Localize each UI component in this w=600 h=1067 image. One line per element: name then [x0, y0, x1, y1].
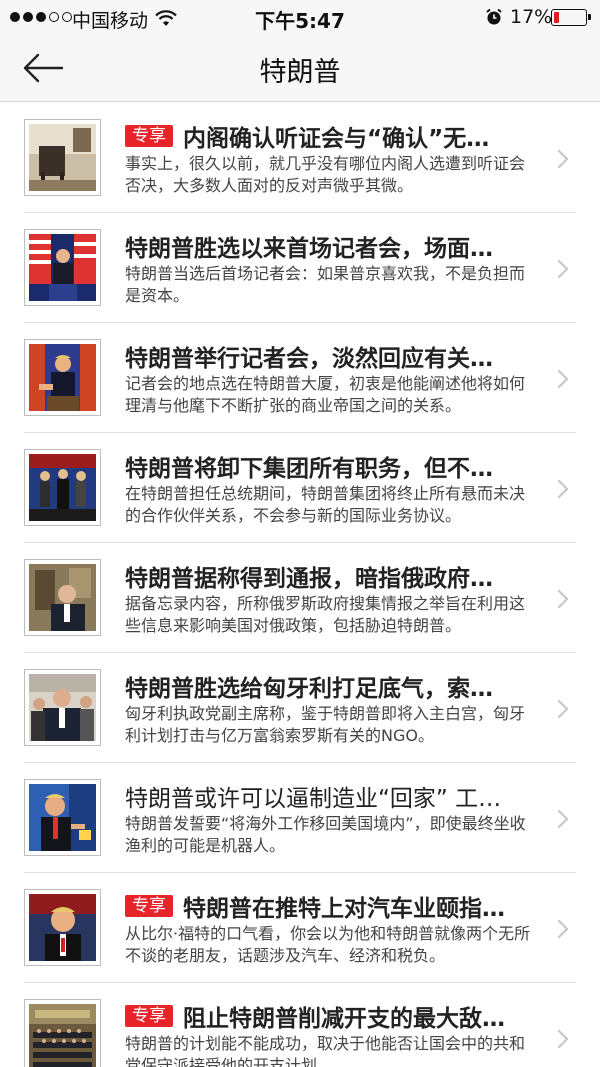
exclusive-badge: 专享 — [125, 895, 173, 917]
article-list-item[interactable]: 特朗普胜选以来首场记者会，场面… 特朗普当选后首场记者会：如果普京喜欢我，不是负担… — [0, 213, 600, 323]
article-title-row: 专享 阻止特朗普削减开支的最大敌… — [125, 999, 545, 1033]
article-list: 专享 内阁确认听证会与“确认”无… 事实上，很久以前，就几乎没有哪位内阁人选遭到听证… — [0, 103, 600, 1067]
article-title: 特朗普或许可以逼制造业“回家” 工… — [125, 786, 502, 812]
article-title-row: 专享 内阁确认听证会与“确认”无… — [125, 119, 545, 153]
article-title-row: 特朗普据称得到通报，暗指俄政府… — [125, 559, 545, 593]
article-list-item[interactable]: 特朗普胜选给匈牙利打足底气，索… 匈牙利执政党副主席称，鉴于特朗普即将入主白宫，匈… — [0, 653, 600, 763]
article-title: 特朗普据称得到通报，暗指俄政府… — [125, 566, 493, 592]
article-list-item[interactable]: 专享 特朗普在推特上对汽车业颐指… 从比尔·福特的口气看，你会以为他和特朗普就像两个… — [0, 873, 600, 983]
article-title-row: 特朗普或许可以逼制造业“回家” 工… — [125, 779, 545, 813]
page-title: 特朗普 — [259, 57, 341, 88]
article-title: 特朗普胜选给匈牙利打足底气，索… — [125, 676, 493, 702]
article-title-row: 专享 特朗普在推特上对汽车业颐指… — [125, 889, 545, 923]
article-summary: 特朗普的计划能不能成功，取决于他能否让国会中的共和党保守派接受他的开支计划。 — [125, 1034, 526, 1067]
article-thumbnail — [24, 889, 101, 966]
article-title: 特朗普将卸下集团所有职务，但不… — [125, 456, 493, 482]
chevron-right-icon — [557, 369, 569, 389]
navigation-bar: 特朗普 — [0, 36, 600, 102]
article-thumbnail — [24, 339, 101, 416]
chevron-right-icon — [557, 479, 569, 499]
chevron-right-icon — [557, 1029, 569, 1049]
exclusive-badge: 专享 — [125, 1005, 173, 1027]
article-title: 内阁确认听证会与“确认”无… — [183, 126, 490, 152]
article-thumbnail — [24, 229, 101, 306]
article-summary: 记者会的地点选在特朗普大厦，初衷是他能阐述他将如何理清与他麾下不断扩张的商业帝国… — [125, 374, 526, 415]
article-summary: 匈牙利执政党副主席称，鉴于特朗普即将入主白宫，匈牙利计划打击与亿万富翁索罗斯有关… — [125, 704, 526, 745]
article-thumbnail — [24, 559, 101, 636]
article-title-row: 特朗普举行记者会，淡然回应有关… — [125, 339, 545, 373]
article-thumbnail — [24, 779, 101, 856]
chevron-right-icon — [557, 149, 569, 169]
article-title-row: 特朗普胜选给匈牙利打足底气，索… — [125, 669, 545, 703]
battery-icon — [551, 9, 591, 26]
chevron-right-icon — [557, 699, 569, 719]
article-thumbnail — [24, 999, 101, 1067]
article-summary: 特朗普发誓要“将海外工作移回美国境内”，即使最终坐收渔利的可能是机器人。 — [125, 814, 526, 855]
battery-percent: 17% — [510, 6, 553, 28]
chevron-right-icon — [557, 809, 569, 829]
article-list-item[interactable]: 专享 阻止特朗普削减开支的最大敌… 特朗普的计划能不能成功，取决于他能否让国会中的共… — [0, 983, 600, 1067]
article-title: 特朗普胜选以来首场记者会，场面… — [125, 236, 493, 262]
article-list-item[interactable]: 特朗普据称得到通报，暗指俄政府… 据备忘录内容，所称俄罗斯政府搜集情报之举旨在利用… — [0, 543, 600, 653]
status-bar: 中国移动 下午5:47 17% — [0, 0, 600, 36]
article-list-item[interactable]: 特朗普将卸下集团所有职务，但不… 在特朗普担任总统期间，特朗普集团将终止所有悬而未… — [0, 433, 600, 543]
article-thumbnail — [24, 669, 101, 746]
article-summary: 在特朗普担任总统期间，特朗普集团将终止所有悬而未决的合作伙伴关系，不会参与新的国… — [125, 484, 526, 525]
alarm-clock-icon — [486, 8, 502, 25]
article-thumbnail — [24, 449, 101, 526]
chevron-right-icon — [557, 589, 569, 609]
exclusive-badge: 专享 — [125, 125, 173, 147]
article-title: 特朗普在推特上对汽车业颐指… — [183, 896, 505, 922]
article-summary: 据备忘录内容，所称俄罗斯政府搜集情报之举旨在利用这些信息来影响美国对俄政策，包括… — [125, 594, 526, 635]
article-thumbnail — [24, 119, 101, 196]
article-list-item[interactable]: 特朗普举行记者会，淡然回应有关… 记者会的地点选在特朗普大厦，初衷是他能阐述他将如… — [0, 323, 600, 433]
article-summary: 事实上，很久以前，就几乎没有哪位内阁人选遭到听证会否决，大多数人面对的反对声微乎… — [125, 154, 526, 195]
article-summary: 从比尔·福特的口气看，你会以为他和特朗普就像两个无所不谈的老朋友，话题涉及汽车、… — [125, 924, 531, 965]
chevron-right-icon — [557, 259, 569, 279]
article-title-row: 特朗普将卸下集团所有职务，但不… — [125, 449, 545, 483]
article-list-item[interactable]: 专享 内阁确认听证会与“确认”无… 事实上，很久以前，就几乎没有哪位内阁人选遭到听证… — [0, 103, 600, 213]
chevron-right-icon — [557, 919, 569, 939]
article-list-item[interactable]: 特朗普或许可以逼制造业“回家” 工… 特朗普发誓要“将海外工作移回美国境内”，即使… — [0, 763, 600, 873]
article-title-row: 特朗普胜选以来首场记者会，场面… — [125, 229, 545, 263]
article-title: 特朗普举行记者会，淡然回应有关… — [125, 346, 493, 372]
article-title: 阻止特朗普削减开支的最大敌… — [183, 1006, 505, 1032]
article-summary: 特朗普当选后首场记者会：如果普京喜欢我，不是负担而是资本。 — [125, 264, 526, 305]
